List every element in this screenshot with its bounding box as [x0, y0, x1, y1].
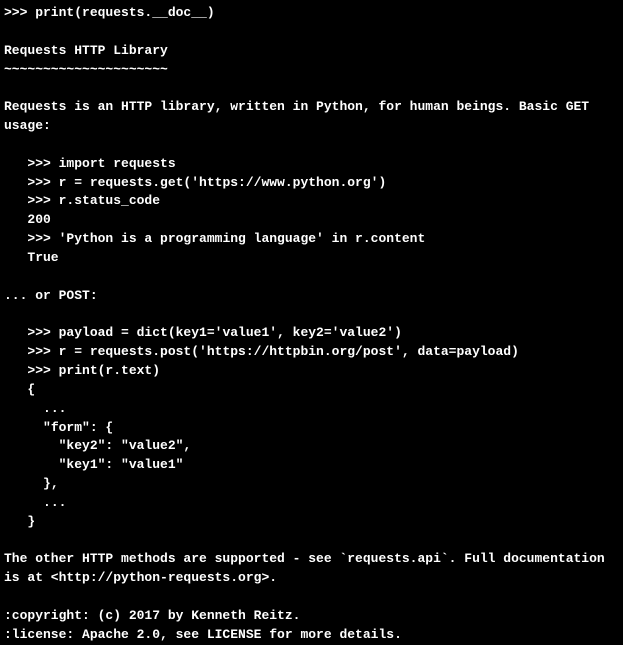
terminal-line: >>> payload = dict(key1='value1', key2='… [4, 324, 619, 343]
terminal-line: ... [4, 494, 619, 513]
terminal-line: >>> r = requests.post('https://httpbin.o… [4, 343, 619, 362]
terminal-line: is at <http://python-requests.org>. [4, 569, 619, 588]
terminal-line [4, 23, 619, 42]
terminal-line: :copyright: (c) 2017 by Kenneth Reitz. [4, 607, 619, 626]
terminal-line: True [4, 249, 619, 268]
terminal-line [4, 268, 619, 287]
terminal-line: }, [4, 475, 619, 494]
terminal-line: "key2": "value2", [4, 437, 619, 456]
terminal-line: ~~~~~~~~~~~~~~~~~~~~~ [4, 61, 619, 80]
terminal-line: >>> 'Python is a programming language' i… [4, 230, 619, 249]
terminal-line: >>> print(requests.__doc__) [4, 4, 619, 23]
terminal-line: >>> r = requests.get('https://www.python… [4, 174, 619, 193]
terminal-line: The other HTTP methods are supported - s… [4, 550, 619, 569]
terminal-line: >>> print(r.text) [4, 362, 619, 381]
terminal-line: >>> r.status_code [4, 192, 619, 211]
terminal-line: ... [4, 400, 619, 419]
terminal-line [4, 306, 619, 325]
terminal-line: ... or POST: [4, 287, 619, 306]
terminal-line: >>> import requests [4, 155, 619, 174]
terminal-line: "form": { [4, 419, 619, 438]
terminal-line: { [4, 381, 619, 400]
terminal-line [4, 588, 619, 607]
terminal-line: "key1": "value1" [4, 456, 619, 475]
terminal-line: 200 [4, 211, 619, 230]
terminal-line [4, 136, 619, 155]
terminal-line: usage: [4, 117, 619, 136]
terminal-line: Requests is an HTTP library, written in … [4, 98, 619, 117]
terminal-line: :license: Apache 2.0, see LICENSE for mo… [4, 626, 619, 645]
terminal-line: Requests HTTP Library [4, 42, 619, 61]
terminal-line: } [4, 513, 619, 532]
terminal-line [4, 532, 619, 551]
terminal-line [4, 79, 619, 98]
terminal-output[interactable]: >>> print(requests.__doc__) Requests HTT… [4, 4, 619, 645]
